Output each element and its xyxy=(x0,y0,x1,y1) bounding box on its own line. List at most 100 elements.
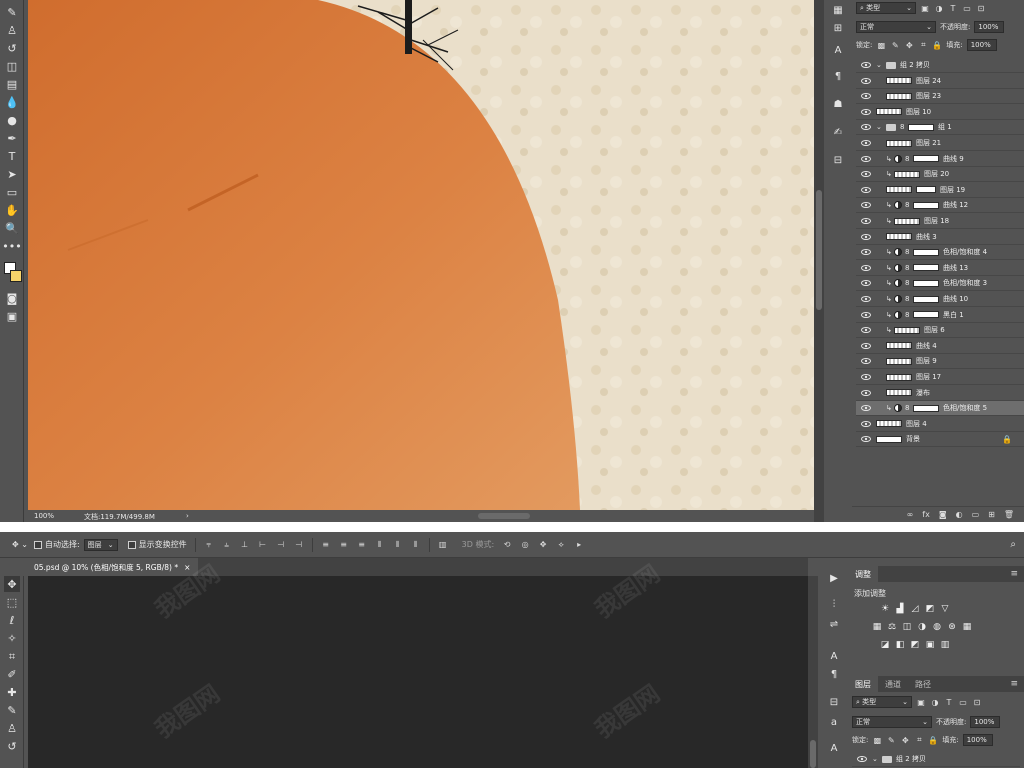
zoom-tool-icon[interactable]: 🔍 xyxy=(4,220,20,236)
posterize-icon[interactable]: ◧ xyxy=(895,640,905,650)
delete-layer-icon[interactable]: 🗑 xyxy=(1004,510,1014,519)
visibility-eye-icon[interactable] xyxy=(856,245,876,260)
auto-select-type[interactable]: 图层 ⌄ xyxy=(83,538,118,551)
layer-row[interactable]: 曲线 3 xyxy=(856,230,1024,245)
hue-saturation-icon[interactable]: ⚖ xyxy=(887,622,897,632)
mask-thumbnail[interactable] xyxy=(916,186,936,194)
close-tab-icon[interactable]: × xyxy=(184,563,190,572)
layer-row[interactable]: 曲线 4 xyxy=(856,339,1024,354)
new-adjustment-icon[interactable]: ◐ xyxy=(956,510,963,519)
document-tab[interactable]: 05.psd @ 10% (色相/饱和度 5, RGB/8) * × xyxy=(28,558,198,576)
mask-thumbnail[interactable] xyxy=(913,264,939,272)
layer-row[interactable]: ↳ 8 曲线 10 xyxy=(856,292,1024,307)
chain-link-icon[interactable]: 8 xyxy=(905,248,911,256)
visibility-eye-icon[interactable] xyxy=(856,338,876,353)
layer-row[interactable]: 图层 10 xyxy=(856,105,1024,120)
visibility-eye-icon[interactable] xyxy=(856,58,876,73)
character-icon[interactable]: A xyxy=(830,42,846,58)
glyphs-icon[interactable]: a xyxy=(826,714,842,730)
chain-link-icon[interactable]: 8 xyxy=(905,155,911,163)
filter-type-icon[interactable]: T xyxy=(948,3,958,13)
layer-row[interactable]: ↳ 8 色相/饱和度 4 xyxy=(856,245,1024,261)
roll-3d-icon[interactable]: ◎ xyxy=(520,540,530,550)
gradient-fill-icon[interactable]: ▥ xyxy=(940,640,950,650)
visibility-eye-icon[interactable] xyxy=(856,260,876,275)
visibility-eye-icon[interactable] xyxy=(856,214,876,229)
layer-row[interactable]: ↳ 8 色相/饱和度 3 xyxy=(856,276,1024,292)
vertical-scrollbar[interactable] xyxy=(814,0,824,522)
paragraph-icon[interactable]: ¶ xyxy=(830,68,846,84)
more-tools-icon[interactable]: ••• xyxy=(2,238,21,254)
layer-row[interactable]: ↳ 8 色相/饱和度 5 xyxy=(856,401,1024,417)
mask-thumbnail[interactable] xyxy=(913,155,939,163)
align-bottom-icon[interactable]: ⊥ xyxy=(240,540,250,550)
rectangle-tool-icon[interactable]: ▭ xyxy=(4,184,20,200)
gradient-map-icon[interactable]: ▽ xyxy=(940,604,950,614)
visibility-eye-icon[interactable] xyxy=(856,167,876,182)
move-tool-icon[interactable]: ✥ xyxy=(4,576,20,592)
filter-adjust-icon[interactable]: ◑ xyxy=(930,697,940,707)
type-tool-icon[interactable]: T xyxy=(4,148,20,164)
fx-icon[interactable]: fx xyxy=(922,510,930,519)
chain-link-icon[interactable]: 8 xyxy=(905,201,911,209)
eyedropper-icon[interactable]: ✐ xyxy=(4,666,20,682)
auto-align-icon[interactable]: ▥ xyxy=(438,540,448,550)
kind-filter-select[interactable]: ⌕ 类型 ⌄ xyxy=(856,2,916,14)
visibility-eye-icon[interactable] xyxy=(856,323,876,338)
history-brush-icon[interactable]: ↺ xyxy=(4,40,20,56)
vertical-scrollbar[interactable] xyxy=(808,576,818,768)
channel-mixer-icon[interactable]: ⊛ xyxy=(947,622,957,632)
document-canvas[interactable] xyxy=(28,0,814,510)
layer-thumbnail[interactable] xyxy=(894,217,920,225)
orbit-3d-icon[interactable]: ⟲ xyxy=(502,540,512,550)
brightness-icon[interactable]: ☀ xyxy=(880,604,890,614)
filter-smart-icon[interactable]: ⊡ xyxy=(976,3,986,13)
visibility-eye-icon[interactable] xyxy=(856,229,876,244)
layer-thumbnail[interactable] xyxy=(876,435,902,443)
character-icon[interactable]: A xyxy=(826,648,842,664)
layer-thumbnail[interactable] xyxy=(886,373,912,381)
brush-tool-icon[interactable]: ✎ xyxy=(4,702,20,718)
threshold-icon[interactable]: ◩ xyxy=(910,640,920,650)
stamp-tool-icon[interactable]: ♙ xyxy=(4,22,20,38)
layer-row[interactable]: ↳ 图层 6 xyxy=(856,323,1024,339)
layer-row[interactable]: ↳ 8 曲线 13 xyxy=(856,261,1024,276)
layer-row[interactable]: ⌄ 组 2 拷贝 xyxy=(852,752,1020,767)
lock-artboard-icon[interactable]: ⌗ xyxy=(914,735,924,745)
layer-thumbnail[interactable] xyxy=(886,342,912,350)
history-icon[interactable]: ▶ xyxy=(826,570,842,586)
visibility-eye-icon[interactable] xyxy=(856,120,876,135)
layer-row[interactable]: 图层 24 xyxy=(856,74,1024,89)
align-hcenter-icon[interactable]: ⊣ xyxy=(276,540,286,550)
lock-all-icon[interactable]: 🔒 xyxy=(928,735,938,745)
visibility-eye-icon[interactable] xyxy=(856,307,876,322)
status-menu-arrow-icon[interactable]: › xyxy=(186,512,189,520)
color-balance-icon[interactable]: ◫ xyxy=(902,622,912,632)
quick-mask-icon[interactable]: ◙ xyxy=(4,290,20,306)
mask-thumbnail[interactable] xyxy=(913,201,939,209)
distribute-left-icon[interactable]: ⦀ xyxy=(375,540,385,550)
visibility-eye-icon[interactable] xyxy=(856,292,876,307)
lock-pixels-icon[interactable]: ▩ xyxy=(876,40,886,50)
brush-tool-icon[interactable]: ✎ xyxy=(4,4,20,20)
chain-link-icon[interactable]: 8 xyxy=(905,279,911,287)
distribute-top-icon[interactable]: ≡ xyxy=(321,540,331,550)
invert-icon[interactable]: ◪ xyxy=(880,640,890,650)
align-top-icon[interactable]: ⫧ xyxy=(204,540,214,550)
info-icon[interactable]: ⊞ xyxy=(830,20,846,36)
crop-tool-icon[interactable]: ⌗ xyxy=(4,648,20,664)
opacity-input[interactable]: 100% xyxy=(974,21,1005,33)
filter-shape-icon[interactable]: ▭ xyxy=(962,3,972,13)
layer-thumbnail[interactable] xyxy=(876,108,902,116)
kind-filter-select[interactable]: ⌕ 类型 ⌄ xyxy=(852,696,912,708)
vibrance-icon[interactable]: ▦ xyxy=(872,622,882,632)
paragraph-icon[interactable]: ¶ xyxy=(826,666,842,682)
tab-channels[interactable]: 通道 xyxy=(878,676,908,692)
panel-menu-icon[interactable]: ≡ xyxy=(1010,679,1018,689)
layer-row[interactable]: 瀑布 xyxy=(856,386,1024,401)
mask-thumbnail[interactable] xyxy=(913,295,939,303)
hand-tool-icon[interactable]: ✋ xyxy=(4,202,20,218)
blend-mode-select[interactable]: 正常 ⌄ xyxy=(856,21,936,33)
visibility-eye-icon[interactable] xyxy=(856,416,876,431)
photo-filter-icon[interactable]: ◍ xyxy=(932,622,942,632)
